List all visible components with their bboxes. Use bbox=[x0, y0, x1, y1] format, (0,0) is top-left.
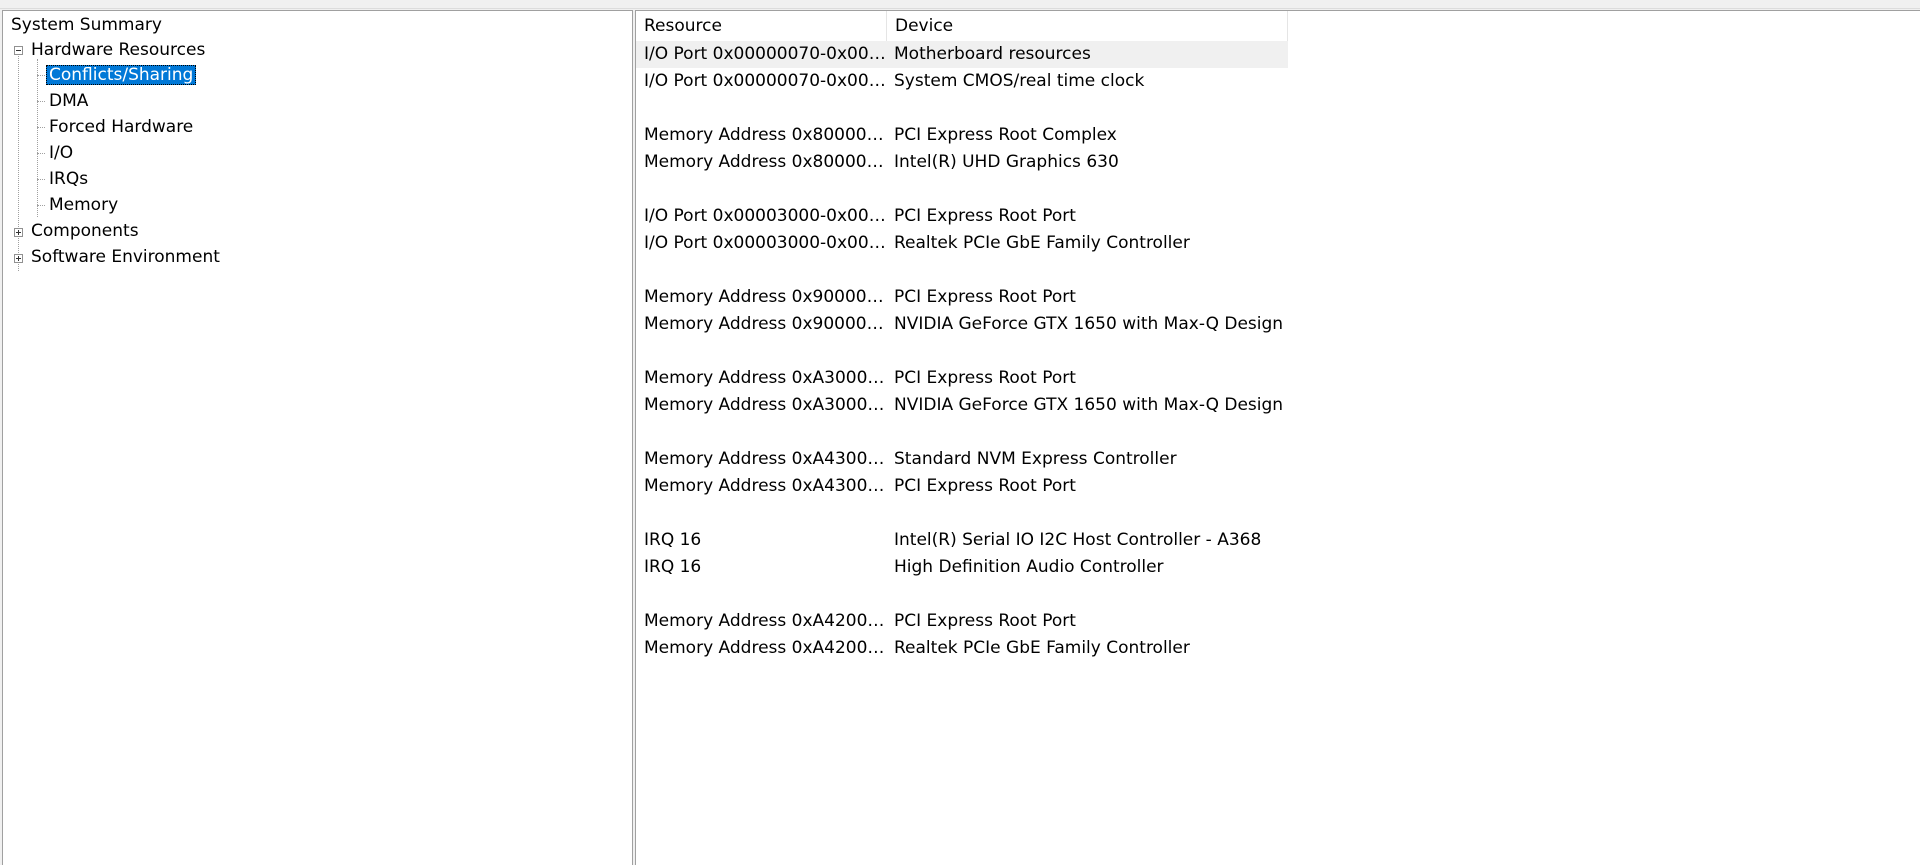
tree-item-label: DMA bbox=[49, 91, 89, 111]
device-cell: Intel(R) Serial IO I2C Host Controller -… bbox=[894, 530, 1262, 550]
device-cell: Standard NVM Express Controller bbox=[894, 449, 1177, 469]
table-row[interactable]: Memory Address 0x80000000-... PCI Expres… bbox=[636, 122, 1288, 149]
tree-guide-line bbox=[18, 47, 19, 271]
resource-cell: Memory Address 0xA4300000... bbox=[644, 476, 887, 496]
tree-item-label: Hardware Resources bbox=[31, 40, 206, 60]
tree-item-memory[interactable]: Memory bbox=[46, 193, 121, 217]
device-cell: NVIDIA GeForce GTX 1650 with Max-Q Desig… bbox=[894, 314, 1284, 334]
resource-cell: Memory Address 0x90000000-... bbox=[644, 314, 887, 334]
resource-cell: Memory Address 0xA4200000... bbox=[644, 638, 887, 658]
table-row-spacer bbox=[636, 338, 1288, 365]
resource-cell: I/O Port 0x00000070-0x00000... bbox=[644, 71, 887, 91]
tree-item-label-selected: Conflicts/Sharing bbox=[46, 65, 197, 85]
tree-branch-line bbox=[37, 127, 45, 128]
tree-item-label: System Summary bbox=[11, 15, 162, 35]
collapse-icon[interactable] bbox=[14, 46, 23, 55]
resource-cell: IRQ 16 bbox=[644, 530, 702, 550]
category-tree[interactable]: System Summary Hardware Resources Confli… bbox=[2, 10, 633, 865]
details-list[interactable]: Resource Device I/O Port 0x00000070-0x00… bbox=[635, 10, 1920, 865]
tree-item-dma[interactable]: DMA bbox=[46, 89, 91, 113]
table-row[interactable]: Memory Address 0x90000000-... NVIDIA GeF… bbox=[636, 311, 1288, 338]
tree-item-label: IRQs bbox=[49, 169, 89, 189]
resource-cell: Memory Address 0x80000000-... bbox=[644, 152, 887, 172]
table-row[interactable]: Memory Address 0xA3000000... NVIDIA GeFo… bbox=[636, 392, 1288, 419]
expand-icon[interactable] bbox=[14, 254, 23, 263]
column-header-resource[interactable]: Resource bbox=[636, 11, 887, 41]
table-row-spacer bbox=[636, 176, 1288, 203]
table-row[interactable]: Memory Address 0xA4200000... Realtek PCI… bbox=[636, 635, 1288, 662]
table-row[interactable]: I/O Port 0x00003000-0x00003... Realtek P… bbox=[636, 230, 1288, 257]
resource-cell: I/O Port 0x00003000-0x00003... bbox=[644, 206, 887, 226]
device-cell: PCI Express Root Port bbox=[894, 611, 1076, 631]
list-header: Resource Device bbox=[636, 11, 1288, 41]
device-cell: NVIDIA GeForce GTX 1650 with Max-Q Desig… bbox=[894, 395, 1284, 415]
tree-item-label: I/O bbox=[49, 143, 74, 163]
tree-branch-line bbox=[37, 205, 45, 206]
device-cell: Intel(R) UHD Graphics 630 bbox=[894, 152, 1119, 172]
expand-icon[interactable] bbox=[14, 228, 23, 237]
table-row[interactable]: I/O Port 0x00000070-0x00000... System CM… bbox=[636, 68, 1288, 95]
table-row[interactable]: IRQ 16 High Definition Audio Controller bbox=[636, 554, 1288, 581]
device-cell: PCI Express Root Complex bbox=[894, 125, 1117, 145]
device-cell: High Definition Audio Controller bbox=[894, 557, 1164, 577]
resource-cell: Memory Address 0xA4300000... bbox=[644, 449, 887, 469]
table-row-spacer bbox=[636, 419, 1288, 446]
tree-item-irqs[interactable]: IRQs bbox=[46, 167, 91, 191]
device-cell: System CMOS/real time clock bbox=[894, 71, 1145, 91]
device-cell: Realtek PCIe GbE Family Controller bbox=[894, 638, 1190, 658]
tree-branch-line bbox=[37, 153, 45, 154]
table-row[interactable]: Memory Address 0xA4200000... PCI Express… bbox=[636, 608, 1288, 635]
tree-branch-line bbox=[37, 101, 45, 102]
tree-item-components[interactable]: Components bbox=[28, 219, 142, 243]
tree-item-software-environment[interactable]: Software Environment bbox=[28, 245, 223, 269]
tree-item-label: Forced Hardware bbox=[49, 117, 194, 137]
resource-cell: I/O Port 0x00000070-0x00000... bbox=[644, 44, 887, 64]
device-cell: Realtek PCIe GbE Family Controller bbox=[894, 233, 1190, 253]
tree-item-system-summary[interactable]: System Summary bbox=[8, 13, 165, 37]
tree-item-hardware-resources[interactable]: Hardware Resources bbox=[28, 38, 208, 62]
table-row-spacer bbox=[636, 581, 1288, 608]
table-row[interactable]: Memory Address 0xA4300000... PCI Express… bbox=[636, 473, 1288, 500]
table-row-spacer bbox=[636, 257, 1288, 284]
device-cell: PCI Express Root Port bbox=[894, 368, 1076, 388]
resource-cell: IRQ 16 bbox=[644, 557, 702, 577]
resource-cell: I/O Port 0x00003000-0x00003... bbox=[644, 233, 887, 253]
table-row[interactable]: Memory Address 0xA3000000... PCI Express… bbox=[636, 365, 1288, 392]
tree-branch-line bbox=[37, 179, 45, 180]
tree-item-label: Software Environment bbox=[31, 247, 220, 267]
device-cell: PCI Express Root Port bbox=[894, 476, 1076, 496]
tree-branch-line bbox=[37, 75, 45, 76]
resource-cell: Memory Address 0xA3000000... bbox=[644, 395, 887, 415]
table-row[interactable]: I/O Port 0x00000070-0x00000... Motherboa… bbox=[636, 41, 1288, 68]
tree-item-conflicts-sharing[interactable]: Conflicts/Sharing bbox=[46, 63, 197, 87]
table-row[interactable]: Memory Address 0x80000000-... Intel(R) U… bbox=[636, 149, 1288, 176]
table-row[interactable]: I/O Port 0x00003000-0x00003... PCI Expre… bbox=[636, 203, 1288, 230]
tree-item-forced-hardware[interactable]: Forced Hardware bbox=[46, 115, 196, 139]
table-row[interactable]: Memory Address 0xA4300000... Standard NV… bbox=[636, 446, 1288, 473]
tree-item-label: Memory bbox=[49, 195, 119, 215]
system-information-window: System Summary Hardware Resources Confli… bbox=[0, 0, 1920, 865]
table-row[interactable]: IRQ 16 Intel(R) Serial IO I2C Host Contr… bbox=[636, 527, 1288, 554]
resource-cell: Memory Address 0xA4200000... bbox=[644, 611, 887, 631]
window-top-edge bbox=[0, 0, 1920, 9]
device-cell: Motherboard resources bbox=[894, 44, 1091, 64]
device-cell: PCI Express Root Port bbox=[894, 287, 1076, 307]
column-header-device[interactable]: Device bbox=[887, 11, 1288, 41]
device-cell: PCI Express Root Port bbox=[894, 206, 1076, 226]
resource-cell: Memory Address 0x90000000-... bbox=[644, 287, 887, 307]
resource-cell: Memory Address 0x80000000-... bbox=[644, 125, 887, 145]
tree-item-io[interactable]: I/O bbox=[46, 141, 76, 165]
table-row-spacer bbox=[636, 500, 1288, 527]
tree-guide-line bbox=[37, 59, 38, 217]
resource-cell: Memory Address 0xA3000000... bbox=[644, 368, 887, 388]
tree-item-label: Components bbox=[31, 221, 139, 241]
table-row-spacer bbox=[636, 95, 1288, 122]
table-row[interactable]: Memory Address 0x90000000-... PCI Expres… bbox=[636, 284, 1288, 311]
